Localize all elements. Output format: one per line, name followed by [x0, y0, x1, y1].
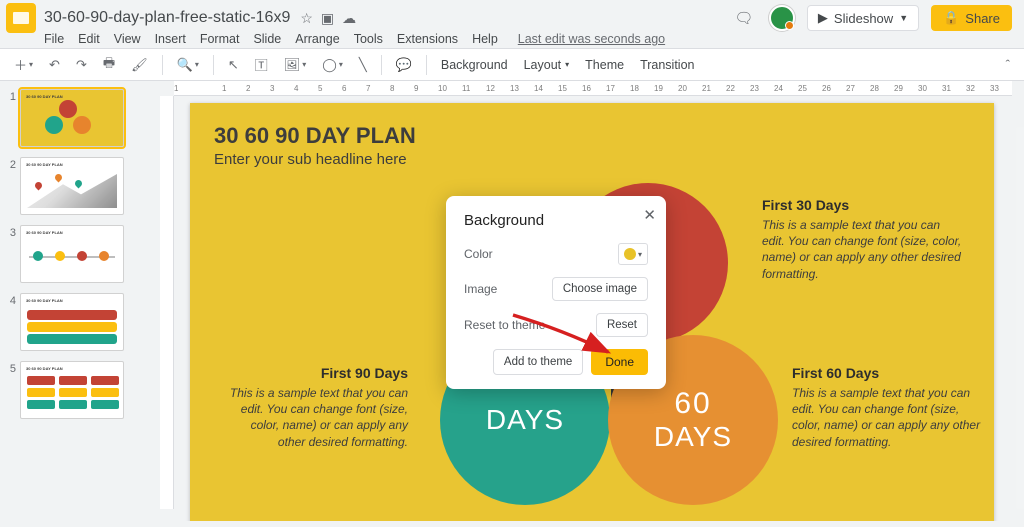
add-to-theme-button[interactable]: Add to theme [493, 349, 583, 375]
color-label: Color [464, 247, 493, 261]
background-dialog: Background ✕ Color ▾ Image Choose image … [446, 196, 666, 389]
dialog-actions: Add to theme Done [464, 349, 648, 375]
color-picker-button[interactable]: ▾ [618, 243, 648, 265]
done-button[interactable]: Done [591, 349, 648, 375]
reset-button[interactable]: Reset [596, 313, 648, 337]
dialog-row-image: Image Choose image [464, 277, 648, 301]
dialog-close-icon[interactable]: ✕ [643, 206, 656, 224]
chevron-down-icon: ▾ [638, 250, 642, 259]
dialog-row-color: Color ▾ [464, 243, 648, 265]
choose-image-button[interactable]: Choose image [552, 277, 648, 301]
image-label: Image [464, 282, 497, 296]
color-swatch-icon [624, 248, 636, 260]
reset-label: Reset to theme [464, 318, 545, 332]
dialog-row-reset: Reset to theme Reset [464, 313, 648, 337]
dialog-title: Background [464, 212, 648, 229]
